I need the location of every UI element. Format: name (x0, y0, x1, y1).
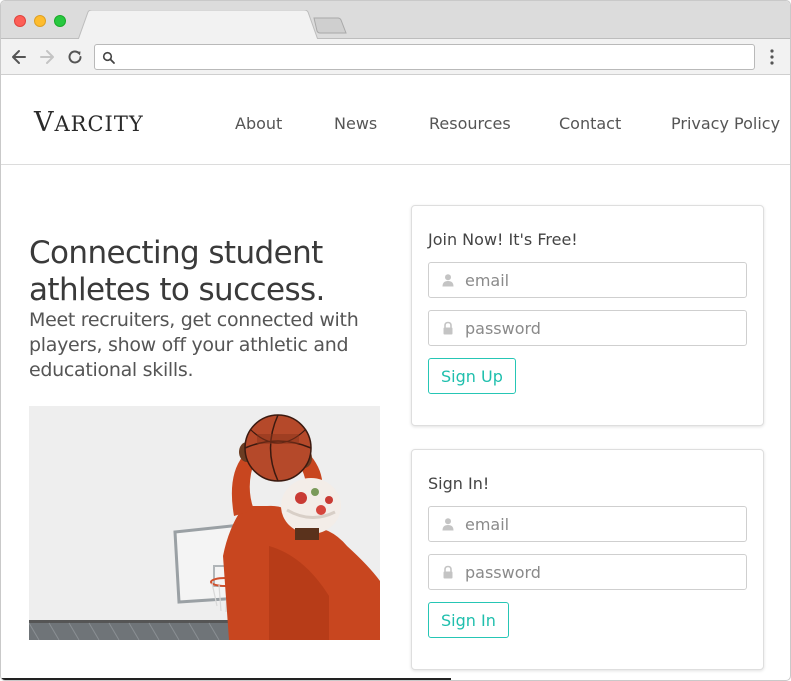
arrow-right-icon[interactable] (37, 47, 57, 67)
address-bar[interactable] (94, 44, 755, 70)
maximize-window-button[interactable] (54, 15, 66, 27)
minimize-window-button[interactable] (34, 15, 46, 27)
signin-card-title: Sign In! (428, 474, 490, 493)
browser-window: VARCITY About News Resources Contact Pri… (0, 0, 791, 681)
basketball-shape (244, 414, 312, 482)
nav-link-news[interactable]: News (334, 114, 377, 133)
logo-initial: V (34, 107, 55, 138)
site-header: VARCITY About News Resources Contact Pri… (1, 76, 790, 165)
sign-up-button[interactable]: Sign Up (428, 358, 516, 394)
reload-icon[interactable] (65, 47, 85, 67)
varcity-logo[interactable]: VARCITY (34, 107, 144, 138)
signin-card: Sign In! Sign In (411, 449, 764, 670)
browser-toolbar (1, 39, 790, 75)
more-vertical-icon[interactable] (765, 48, 779, 66)
lock-icon (441, 565, 455, 579)
signin-password-field[interactable] (428, 554, 747, 590)
nav-link-privacy-policy[interactable]: Privacy Policy (671, 114, 780, 133)
signup-email-field[interactable] (428, 262, 747, 298)
sign-in-button[interactable]: Sign In (428, 602, 509, 638)
signin-email-input[interactable] (465, 514, 735, 534)
signup-password-input[interactable] (465, 318, 735, 338)
close-window-button[interactable] (14, 15, 26, 27)
signup-email-input[interactable] (465, 270, 735, 290)
hero-title-line2: athletes to success. (29, 272, 325, 308)
hero-title-line1: Connecting student (29, 235, 323, 271)
address-input[interactable] (121, 47, 741, 67)
search-icon (102, 51, 116, 65)
logo-rest: ARCITY (54, 112, 144, 136)
active-tab[interactable] (78, 10, 320, 40)
new-tab-button[interactable] (312, 17, 348, 35)
signup-card: Join Now! It's Free! Sign Up (411, 205, 764, 426)
hero-subtitle: Meet recruiters, get connected with play… (29, 309, 359, 381)
tab-strip (1, 1, 790, 40)
hero-title: Connecting student athletes to success. (29, 235, 389, 309)
user-icon (441, 273, 455, 287)
nav-link-resources[interactable]: Resources (429, 114, 511, 133)
arrow-left-icon[interactable] (9, 47, 29, 67)
nav-link-contact[interactable]: Contact (559, 114, 621, 133)
signin-password-input[interactable] (465, 562, 735, 582)
user-icon (441, 517, 455, 531)
signup-password-field[interactable] (428, 310, 747, 346)
nav-link-about[interactable]: About (235, 114, 282, 133)
basketball-player-shooting-photo (29, 406, 380, 640)
signup-card-title: Join Now! It's Free! (428, 230, 578, 249)
signin-email-field[interactable] (428, 506, 747, 542)
lock-icon (441, 321, 455, 335)
